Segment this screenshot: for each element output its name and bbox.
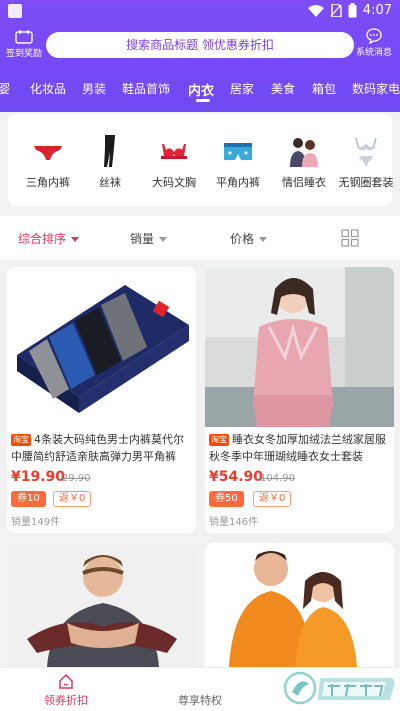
briefs-icon	[34, 146, 62, 160]
taobao-badge: 淘宝	[209, 434, 229, 446]
tab-cosmetics[interactable]: 化妆品	[30, 80, 66, 97]
tab-shoes-jewelry[interactable]: 鞋品首饰	[122, 80, 170, 97]
chat-bubble-icon	[366, 28, 382, 44]
chevron-down-icon	[159, 237, 168, 242]
chevron-down-icon	[259, 237, 268, 242]
couple-pajamas-icon	[290, 138, 318, 167]
product-title-text: 睡衣女冬加厚加绒法兰绒家居服秋冬季中年珊瑚绒睡衣女士套装	[209, 433, 386, 463]
subcategory-wirefree-set[interactable]: 无钢圈套装	[334, 114, 398, 206]
status-bar: 4:07	[0, 0, 400, 24]
subcategory-label: 平角内裤	[216, 176, 260, 189]
tab-home[interactable]: 居家	[230, 80, 254, 97]
nav-coupon-discount[interactable]: 领券折扣	[36, 668, 96, 711]
original-price: 104.90	[260, 473, 295, 484]
bra-set-icon	[355, 137, 377, 166]
tab-underwear[interactable]: 内衣	[188, 80, 214, 99]
rebate-badge: 返￥0	[53, 491, 92, 507]
watermark-logo	[283, 671, 395, 705]
tab-bags[interactable]: 箱包	[312, 80, 336, 97]
status-icons: 4:07	[307, 3, 392, 18]
clock: 4:07	[362, 3, 392, 18]
system-message-label: 系统消息	[355, 48, 392, 58]
grid-view-icon[interactable]	[341, 229, 359, 247]
subcategory-label: 大码文胸	[152, 176, 196, 189]
bra-icon	[161, 144, 187, 159]
sort-comprehensive-label: 综合排序	[18, 232, 67, 246]
nav-vip-privileges[interactable]: 尊享特权	[170, 668, 230, 711]
system-message-button[interactable]: 系统消息	[350, 28, 398, 60]
tab-baby[interactable]: 婴	[0, 80, 10, 97]
product-image	[7, 267, 196, 427]
stockings-icon	[104, 135, 115, 167]
subcategory-label: 情侣睡衣	[282, 176, 326, 189]
tab-digital[interactable]: 数码家电	[352, 80, 400, 97]
sort-price-label: 价格	[230, 232, 255, 246]
coupon-badge[interactable]: 券10	[11, 491, 46, 507]
battery-icon	[348, 3, 357, 18]
sort-bar: 综合排序 销量 价格	[0, 216, 400, 260]
product-image	[205, 543, 394, 667]
product-title: 淘宝 4条装大码纯色男士内裤莫代尔中腰简约舒适亲肤高弹力男平角裤	[11, 431, 193, 465]
sort-comprehensive[interactable]: 综合排序	[18, 230, 80, 247]
sign-in-reward-label: 签到奖励	[5, 49, 42, 59]
subcategory-label: 无钢圈套装	[338, 176, 394, 189]
nav-vip-privileges-label: 尊享特权	[178, 694, 222, 707]
subcategory-briefs[interactable]: 三角内裤	[16, 114, 80, 206]
header: 4:07 签到奖励 搜索商品标题 领优惠券折扣 系统消息 婴 化妆品 男装 鞋品…	[0, 0, 400, 112]
product-title: 淘宝 睡衣女冬加厚加绒法兰绒家居服秋冬季中年珊瑚绒睡衣女士套装	[209, 431, 391, 465]
product-title-text: 4条装大码纯色男士内裤莫代尔中腰简约舒适亲肤高弹力男平角裤	[11, 433, 184, 463]
taobao-badge: 淘宝	[11, 434, 31, 446]
wifi-icon	[307, 4, 324, 17]
sort-price[interactable]: 价格	[230, 230, 268, 247]
product-card[interactable]	[205, 543, 394, 667]
sort-sales[interactable]: 销量	[130, 230, 168, 247]
sim-icon	[330, 4, 342, 17]
subcategory-couple-pajamas[interactable]: 情侣睡衣	[272, 114, 336, 206]
sort-sales-label: 销量	[130, 232, 155, 246]
calendar-icon	[15, 30, 33, 44]
product-card[interactable]: 淘宝 睡衣女冬加厚加绒法兰绒家居服秋冬季中年珊瑚绒睡衣女士套装 ¥54.90 10…	[205, 267, 394, 533]
subcategory-panel: 三角内裤 丝袜 大码文胸 平角内裤 情侣睡衣 无钢圈套装	[8, 114, 394, 206]
rebate-badge: 返￥0	[253, 491, 292, 507]
product-card[interactable]: 淘宝 4条装大码纯色男士内裤莫代尔中腰简约舒适亲肤高弹力男平角裤 ¥19.90 2…	[7, 267, 196, 533]
boxer-icon	[224, 143, 252, 160]
subcategory-stockings[interactable]: 丝袜	[78, 114, 142, 206]
search-input[interactable]: 搜索商品标题 领优惠券折扣	[46, 32, 354, 58]
category-tabs: 婴 化妆品 男装 鞋品首饰 内衣 居家 美食 箱包 数码家电	[0, 74, 400, 104]
app-notification-icon	[8, 4, 22, 18]
chevron-down-icon	[71, 237, 80, 242]
tab-menswear[interactable]: 男装	[82, 80, 106, 97]
product-image	[205, 267, 394, 427]
product-price: ¥19.90	[11, 469, 66, 485]
subcategory-label: 三角内裤	[26, 176, 70, 189]
product-image	[7, 543, 196, 667]
home-icon	[59, 673, 73, 689]
product-card[interactable]	[7, 543, 196, 667]
product-price: ¥54.90	[209, 469, 264, 485]
subcategory-boxers[interactable]: 平角内裤	[206, 114, 270, 206]
nav-coupon-discount-label: 领券折扣	[44, 694, 88, 707]
subcategory-label: 丝袜	[99, 176, 121, 189]
active-tab-indicator	[196, 99, 210, 102]
sales-count: 销量149件	[11, 517, 61, 528]
sales-count: 销量146件	[209, 517, 259, 528]
coupon-badge[interactable]: 券50	[209, 491, 244, 507]
sign-in-reward-button[interactable]: 签到奖励	[2, 30, 46, 62]
subcategory-plus-bra[interactable]: 大码文胸	[142, 114, 206, 206]
original-price: 29.90	[62, 473, 91, 484]
tab-food[interactable]: 美食	[271, 80, 295, 97]
